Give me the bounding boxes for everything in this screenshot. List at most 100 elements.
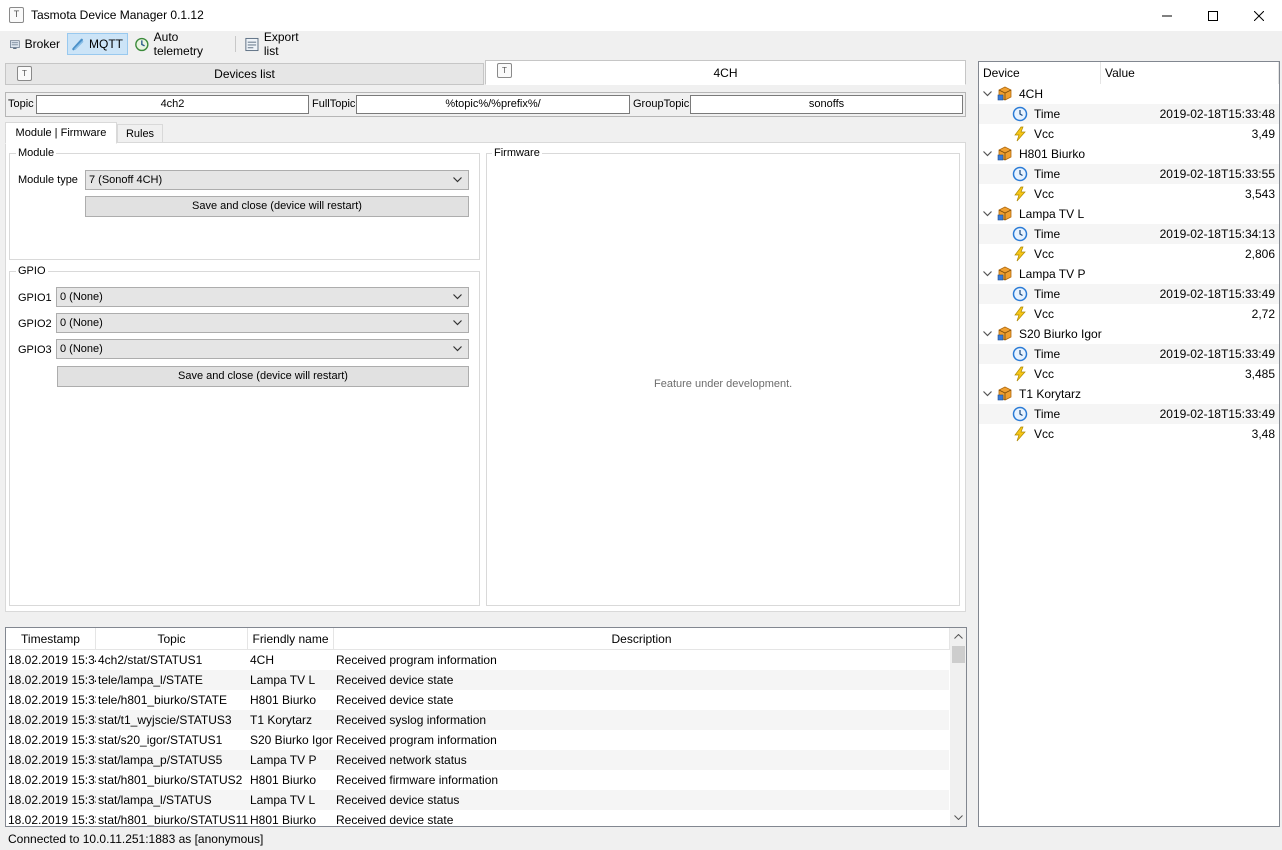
module-type-select[interactable]: 7 (Sonoff 4CH) [85,170,469,190]
module-save-button[interactable]: Save and close (device will restart) [85,196,469,217]
tree-device-name: S20 Biurko Igor [1019,327,1102,341]
auto-telemetry-button[interactable]: Auto telemetry [130,30,230,58]
log-cell-topic: stat/h801_biurko/STATUS11 [98,813,248,827]
export-icon [245,37,259,51]
expand-chevron-icon[interactable] [983,91,992,97]
table-row[interactable]: 18.02.2019 15:33 stat/s20_igor/STATUS1 S20… [6,730,949,750]
export-list-button[interactable]: Export list [240,30,318,58]
gpio-save-button[interactable]: Save and close (device will restart) [57,366,469,387]
log-cell-description: Received network status [336,753,467,767]
close-button[interactable] [1236,0,1282,31]
bolt-icon [1014,246,1026,262]
tab-rules[interactable]: Rules [117,124,163,143]
tab-devices-list[interactable]: T Devices list [5,63,484,85]
clock-icon [1012,166,1028,182]
log-cell-friendly-name: S20 Biurko Igor [250,733,333,747]
tab-icon: T [17,66,32,81]
table-row[interactable]: 18.02.2019 15:33 stat/h801_biurko/STATUS1… [6,810,949,827]
toolbar-separator [235,36,236,52]
table-row[interactable]: 18.02.2019 15:33 tele/h801_biurko/STATE H8… [6,690,949,710]
device-icon [997,326,1012,341]
scroll-up-icon[interactable] [954,634,963,639]
tree-time-row[interactable]: Time 2019-02-18T15:33:55 [979,164,1279,184]
tree-time-label: Time [1034,287,1061,301]
log-table[interactable]: Timestamp Topic Friendly name Descriptio… [5,627,967,827]
tree-device-row[interactable]: S20 Biurko Igor [979,324,1279,344]
tree-vcc-row[interactable]: Vcc 2,72 [979,304,1279,324]
tree-vcc-label: Vcc [1034,307,1055,321]
log-cell-description: Received device state [336,813,454,827]
expand-chevron-icon[interactable] [983,271,992,277]
tree-device-row[interactable]: T1 Korytarz [979,384,1279,404]
tree-device-row[interactable]: H801 Biurko [979,144,1279,164]
gpio1-value: 0 (None) [60,291,103,303]
maximize-button[interactable] [1190,0,1236,31]
tree-device-row[interactable]: Lampa TV L [979,204,1279,224]
log-scroll-thumb[interactable] [952,646,965,663]
table-row[interactable]: 18.02.2019 15:34 tele/lampa_l/STATE Lampa … [6,670,949,690]
column-header-description[interactable]: Description [334,628,950,650]
tree-device-row[interactable]: 4CH [979,84,1279,104]
mqtt-label: MQTT [89,37,123,51]
table-row[interactable]: 18.02.2019 15:33 stat/lampa_p/STATUS5 Lamp… [6,750,949,770]
expand-chevron-icon[interactable] [983,331,992,337]
mqtt-icon [72,38,84,50]
column-header-friendly-name[interactable]: Friendly name [248,628,334,650]
log-scrollbar[interactable] [950,628,966,826]
broker-button[interactable]: Broker [5,33,65,55]
tree-time-row[interactable]: Time 2019-02-18T15:33:49 [979,284,1279,304]
clock-icon [1012,346,1028,362]
log-cell-timestamp: 18.02.2019 15:34 [8,673,96,687]
expand-chevron-icon[interactable] [983,151,992,157]
log-cell-friendly-name: Lampa TV L [250,793,316,807]
tree-device-row[interactable]: Lampa TV P [979,264,1279,284]
scroll-down-icon[interactable] [954,815,963,820]
tree-time-row[interactable]: Time 2019-02-18T15:34:13 [979,224,1279,244]
gpio1-label: GPIO1 [18,292,52,304]
tree-vcc-value: 2,72 [1251,307,1275,321]
gpio1-select[interactable]: 0 (None) [56,287,469,307]
grouptopic-field[interactable]: sonoffs [690,95,963,114]
tree-time-row[interactable]: Time 2019-02-18T15:33:49 [979,344,1279,364]
tree-vcc-row[interactable]: Vcc 2,806 [979,244,1279,264]
tree-header-device[interactable]: Device [979,62,1101,84]
table-row[interactable]: 18.02.2019 15:34 4ch2/stat/STATUS1 4CH Rece… [6,650,949,670]
tree-vcc-row[interactable]: Vcc 3,543 [979,184,1279,204]
column-header-timestamp[interactable]: Timestamp [6,628,96,650]
topic-field[interactable]: 4ch2 [36,95,309,114]
tree-vcc-row[interactable]: Vcc 3,48 [979,424,1279,444]
tree-vcc-row[interactable]: Vcc 3,49 [979,124,1279,144]
expand-chevron-icon[interactable] [983,391,992,397]
chevron-down-icon [453,294,462,300]
log-cell-description: Received program information [336,653,497,667]
maximize-icon [1208,10,1218,21]
log-cell-timestamp: 18.02.2019 15:34 [8,653,96,667]
tab-module-firmware[interactable]: Module | Firmware [5,122,117,144]
gpio2-select[interactable]: 0 (None) [56,313,469,333]
status-text: Connected to 10.0.11.251:1883 as [anonym… [8,832,264,846]
minimize-button[interactable] [1144,0,1190,31]
log-cell-description: Received device state [336,693,454,707]
tree-header-value[interactable]: Value [1101,62,1279,84]
tree-time-value: 2019-02-18T15:33:49 [1159,347,1275,361]
tab-4ch[interactable]: T 4CH [485,60,966,85]
tree-time-row[interactable]: Time 2019-02-18T15:33:48 [979,104,1279,124]
table-row[interactable]: 18.02.2019 15:33 stat/h801_biurko/STATUS2… [6,770,949,790]
title-bar: T Tasmota Device Manager 0.1.12 [0,0,1282,31]
expand-chevron-icon[interactable] [983,211,992,217]
module-group-title: Module [16,147,57,159]
table-row[interactable]: 18.02.2019 15:33 stat/t1_wyjscie/STATUS3 T… [6,710,949,730]
mqtt-button[interactable]: MQTT [67,33,128,55]
module-type-value: 7 (Sonoff 4CH) [89,174,163,186]
tab-icon: T [497,63,512,78]
tree-time-row[interactable]: Time 2019-02-18T15:33:49 [979,404,1279,424]
fulltopic-field[interactable]: %topic%/%prefix%/ [356,95,630,114]
gpio2-label: GPIO2 [18,318,52,330]
log-cell-friendly-name: T1 Korytarz [250,713,313,727]
device-tree[interactable]: Device Value 4CH Time 2019-02-18T15:33:48 V… [978,61,1280,827]
table-row[interactable]: 18.02.2019 15:33 stat/lampa_l/STATUS Lampa… [6,790,949,810]
tree-vcc-row[interactable]: Vcc 3,485 [979,364,1279,384]
feature-message: Feature under development. [654,378,793,390]
column-header-topic[interactable]: Topic [96,628,248,650]
gpio3-select[interactable]: 0 (None) [56,339,469,359]
